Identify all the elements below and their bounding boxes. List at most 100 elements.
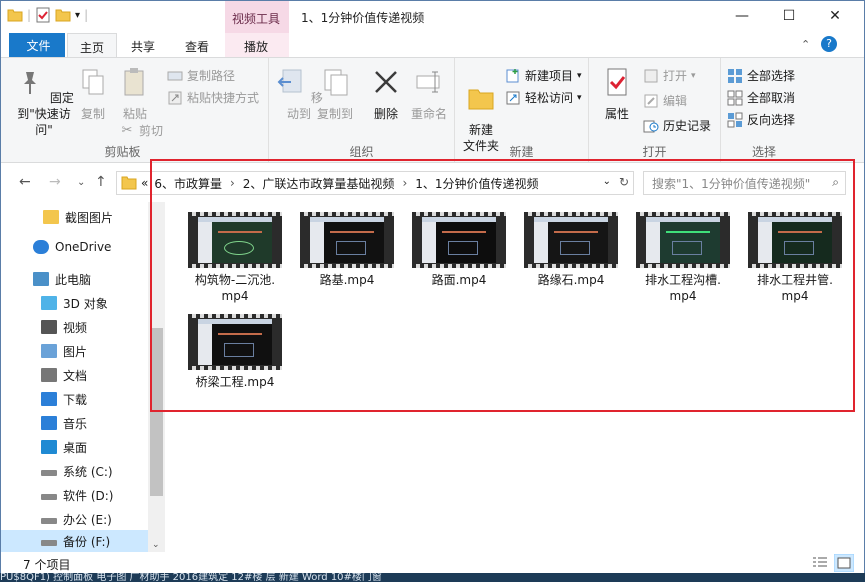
- select-group-label: 选择: [751, 145, 776, 159]
- tab-home[interactable]: 主页: [67, 33, 118, 57]
- new-folder-icon[interactable]: [55, 7, 71, 23]
- select-none-icon: [727, 90, 743, 105]
- sidebar-item-label: 音乐: [63, 416, 88, 431]
- sidebar-item-label: 软件 (D:): [63, 488, 114, 503]
- sidebar-item[interactable]: 视频: [1, 316, 148, 338]
- ribbon-collapse-icon[interactable]: ⌃: [801, 38, 810, 51]
- select-none-button[interactable]: 全部取消: [727, 89, 795, 106]
- window-title: 1、1分钟价值传递视频: [301, 11, 425, 25]
- history-button[interactable]: 历史记录: [643, 117, 711, 134]
- copy-button[interactable]: 复制: [77, 66, 109, 122]
- maximize-button[interactable]: ☐: [766, 1, 812, 31]
- folder-icon[interactable]: [7, 7, 23, 23]
- sidebar-item[interactable]: 下载: [1, 388, 148, 410]
- easy-access-icon: [506, 91, 520, 104]
- sidebar-item-label: 此电脑: [55, 272, 92, 287]
- rename-icon: [416, 71, 440, 93]
- pin-quick-access-button[interactable]: 固定到"快速访问": [11, 66, 77, 138]
- drive-icon: [41, 494, 57, 500]
- open-label: 打开: [663, 69, 688, 83]
- details-view-icon[interactable]: [812, 556, 828, 570]
- minimize-button[interactable]: —: [719, 1, 765, 31]
- ribbon: 固定到"快速访问" 复制 粘贴 复制路径 粘贴快捷方式 ✂ 剪切 剪贴板 移动到…: [1, 57, 864, 163]
- sidebar-item[interactable]: 此电脑: [1, 268, 148, 290]
- new-folder-button[interactable]: 新建 文件夹: [459, 66, 503, 154]
- breadcrumb-overflow[interactable]: «: [141, 176, 148, 190]
- close-button[interactable]: ✕: [812, 1, 858, 31]
- forward-arrow-icon[interactable]: →: [49, 174, 61, 190]
- taskbar: PU$8QF1) 控制面板 电子图 广材助手 2016建筑定 12#楼 层 新建…: [0, 573, 865, 582]
- pin-icon: [24, 72, 37, 94]
- sidebar-item[interactable]: 音乐: [1, 412, 148, 434]
- invert-selection-icon: [727, 112, 743, 127]
- open-dropdown-icon: ▾: [691, 70, 696, 81]
- music-icon: [41, 416, 57, 430]
- tab-file[interactable]: 文件: [9, 33, 65, 57]
- easy-access-button[interactable]: 轻松访问 ▾: [505, 89, 582, 106]
- sidebar-item-label: 办公 (E:): [63, 512, 112, 527]
- paste-button[interactable]: 粘贴: [117, 66, 153, 122]
- edit-button[interactable]: 编辑: [643, 92, 687, 109]
- copy-path-icon: [167, 71, 183, 80]
- organize-group: 移动到 复制到 删除 重命名 组织: [269, 58, 455, 162]
- scissors-icon: ✂: [121, 122, 133, 138]
- edit-label: 编辑: [663, 94, 688, 108]
- new-item-dropdown-icon: ▾: [577, 70, 582, 81]
- folder-icon: [121, 176, 137, 190]
- large-icons-view-icon[interactable]: [834, 554, 854, 572]
- copy-label: 复制: [80, 107, 105, 121]
- copy-path-button[interactable]: 复制路径: [167, 67, 235, 84]
- sidebar-item[interactable]: 截图图片: [1, 206, 148, 228]
- invert-selection-button[interactable]: 反向选择: [727, 111, 795, 128]
- easy-access-label: 轻松访问: [525, 91, 574, 105]
- tab-view[interactable]: 查看: [173, 33, 221, 57]
- sidebar-item[interactable]: 图片: [1, 340, 148, 362]
- sidebar-item[interactable]: 软件 (D:): [1, 484, 148, 506]
- sidebar-item-label: 截图图片: [65, 210, 114, 225]
- item-count: 7 个项目: [23, 558, 71, 572]
- delete-button[interactable]: 删除: [369, 66, 403, 122]
- new-item-button[interactable]: 新建项目 ▾: [505, 67, 582, 84]
- drive-icon: [41, 470, 57, 476]
- rename-button[interactable]: 重命名: [407, 66, 451, 122]
- document-icon: [41, 368, 57, 382]
- paste-label: 粘贴: [122, 107, 147, 121]
- invert-selection-label: 反向选择: [747, 113, 796, 127]
- history-icon: [643, 120, 659, 132]
- properties-check-icon: [607, 68, 627, 96]
- edit-icon: [644, 94, 658, 107]
- move-to-icon: [277, 69, 302, 93]
- sidebar-item[interactable]: 系统 (C:): [1, 460, 148, 482]
- download-icon: [41, 392, 57, 406]
- new-folder-icon: [468, 89, 494, 110]
- sidebar-item[interactable]: 文档: [1, 364, 148, 386]
- clipboard-group-label: 剪贴板: [104, 145, 141, 159]
- tab-share[interactable]: 共享: [119, 33, 167, 57]
- open-button[interactable]: 打开 ▾: [643, 67, 696, 84]
- up-arrow-icon[interactable]: ↑: [95, 174, 107, 190]
- sidebar-item[interactable]: OneDrive: [1, 236, 148, 258]
- scroll-down-icon[interactable]: ⌄: [152, 540, 160, 550]
- cut-button[interactable]: ✂ 剪切: [119, 122, 163, 139]
- new-group: 新建 文件夹 新建项目 ▾ 轻松访问 ▾ 新建: [455, 58, 589, 162]
- properties-button[interactable]: 属性: [599, 66, 635, 122]
- copy-icon: [82, 69, 104, 95]
- help-icon[interactable]: ?: [821, 36, 837, 52]
- properties-check-icon[interactable]: [35, 7, 51, 23]
- quick-access-toolbar: | ▾ |: [7, 7, 88, 23]
- sidebar-item[interactable]: 桌面: [1, 436, 148, 458]
- copy-to-button[interactable]: 复制到: [315, 66, 355, 122]
- picture-icon: [41, 344, 57, 358]
- sidebar-item[interactable]: 备份 (F:): [1, 530, 148, 552]
- tab-play[interactable]: 播放: [225, 33, 289, 57]
- recent-locations-icon[interactable]: ⌄: [77, 177, 85, 188]
- delete-x-icon: [375, 71, 397, 93]
- sidebar-item-label: 桌面: [63, 440, 88, 455]
- qat-dropdown-icon[interactable]: ▾: [75, 10, 80, 21]
- select-all-button[interactable]: 全部选择: [727, 67, 795, 84]
- sidebar-item[interactable]: 3D 对象: [1, 292, 148, 314]
- back-arrow-icon[interactable]: ←: [19, 174, 31, 190]
- organize-group-label: 组织: [349, 145, 374, 159]
- sidebar-item[interactable]: 办公 (E:): [1, 508, 148, 530]
- paste-shortcut-button[interactable]: 粘贴快捷方式: [167, 89, 259, 106]
